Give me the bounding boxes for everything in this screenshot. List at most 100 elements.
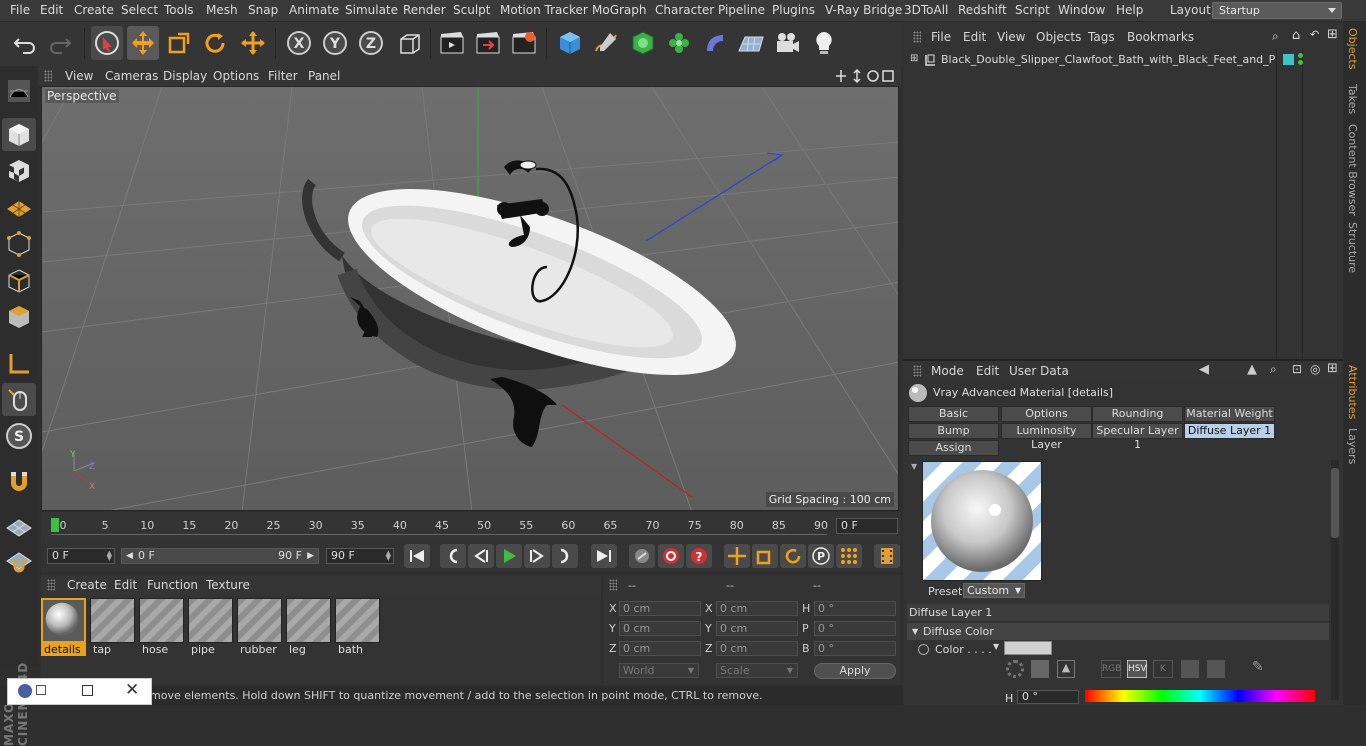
object-menu-file[interactable]: File bbox=[931, 30, 951, 44]
tab-bump[interactable]: Bump bbox=[908, 423, 999, 439]
menu-mesh[interactable]: Mesh bbox=[206, 3, 238, 17]
eyedropper-icon[interactable]: ✎ bbox=[1252, 659, 1264, 675]
kelvin-mode-button[interactable]: K bbox=[1153, 660, 1173, 678]
viewport-menu-cameras[interactable]: Cameras bbox=[105, 69, 158, 83]
menu-select[interactable]: Select bbox=[121, 3, 158, 17]
material-menu-edit[interactable]: Edit bbox=[114, 578, 137, 592]
key-scale-button[interactable] bbox=[752, 544, 778, 568]
polygons-mode-button[interactable] bbox=[2, 300, 36, 333]
color-swatch[interactable] bbox=[1004, 641, 1052, 655]
world-dropdown[interactable]: World ▼ bbox=[619, 663, 699, 678]
solo-button[interactable]: S bbox=[2, 419, 36, 452]
current-frame-field[interactable]: 0 F bbox=[836, 518, 898, 534]
goto-start-button[interactable] bbox=[404, 544, 430, 568]
menu-sculpt[interactable]: Sculpt bbox=[453, 3, 490, 17]
live-selection-button[interactable] bbox=[91, 26, 123, 60]
up-arrow-icon[interactable]: ▲ bbox=[1247, 362, 1257, 377]
tab-assign[interactable]: Assign bbox=[908, 440, 999, 456]
sidetab-takes[interactable]: Takes bbox=[1346, 84, 1359, 114]
playhead-marker[interactable] bbox=[51, 518, 59, 532]
preset-dropdown[interactable]: Custom ▼ bbox=[963, 583, 1025, 598]
home-icon[interactable]: ⌂ bbox=[1292, 28, 1300, 43]
viewport-menu-view[interactable]: View bbox=[65, 69, 93, 83]
search-icon[interactable]: ⌕ bbox=[1270, 362, 1277, 377]
rotation-b-field[interactable]: 0 ° bbox=[814, 641, 896, 656]
menu-file[interactable]: File bbox=[10, 3, 30, 17]
color-wheel-icon[interactable] bbox=[1006, 660, 1024, 678]
menu-snap[interactable]: Snap bbox=[248, 3, 278, 17]
position-z-field[interactable]: 0 cm bbox=[619, 641, 701, 656]
hue-slider[interactable] bbox=[1085, 690, 1315, 702]
redo-button[interactable] bbox=[44, 26, 76, 60]
new-window-icon[interactable]: ⊞ bbox=[1327, 361, 1338, 376]
sidetab-content-browser[interactable]: Content Browser bbox=[1346, 124, 1359, 216]
points-mode-button[interactable] bbox=[2, 227, 36, 260]
tab-rounding[interactable]: Rounding bbox=[1092, 406, 1183, 422]
cube-primitive-button[interactable] bbox=[554, 26, 586, 60]
rotate-tool-button[interactable] bbox=[199, 26, 231, 60]
layer-color-swatch[interactable] bbox=[1283, 54, 1294, 65]
rotation-h-field[interactable]: 0 ° bbox=[814, 601, 896, 616]
material-details[interactable]: details bbox=[41, 598, 86, 656]
max-time-field[interactable]: 90 F ▲ ▼ bbox=[326, 548, 394, 564]
back-arrow-icon[interactable]: ◀ bbox=[1199, 362, 1209, 377]
restore-icon[interactable] bbox=[36, 685, 46, 695]
object-menu-tags[interactable]: Tags bbox=[1088, 30, 1115, 44]
camera-button[interactable] bbox=[771, 26, 803, 60]
menu-plugins[interactable]: Plugins bbox=[772, 3, 815, 17]
coordinate-system-button[interactable] bbox=[393, 26, 425, 60]
visibility-render-dot[interactable] bbox=[1298, 60, 1303, 65]
size-y-field[interactable]: 0 cm bbox=[716, 621, 798, 636]
undo-button[interactable] bbox=[9, 26, 41, 60]
menu-help[interactable]: Help bbox=[1116, 3, 1143, 17]
tab-material-weight[interactable]: Material Weight bbox=[1184, 406, 1275, 422]
position-y-field[interactable]: 0 cm bbox=[619, 621, 701, 636]
snap-settings-button[interactable] bbox=[2, 544, 36, 577]
material-hose[interactable]: hose bbox=[139, 598, 184, 656]
rotation-p-field[interactable]: 0 ° bbox=[814, 621, 896, 636]
render-view-button[interactable] bbox=[436, 26, 468, 60]
menu-render[interactable]: Render bbox=[403, 3, 446, 17]
close-icon[interactable]: ✕ bbox=[125, 680, 139, 700]
search-icon[interactable]: ⌕ bbox=[1272, 29, 1279, 44]
min-time-field[interactable]: 0 F ▲ ▼ bbox=[47, 548, 115, 564]
hue-field[interactable]: 0 ° bbox=[1017, 690, 1079, 704]
scale-tool-button[interactable] bbox=[163, 26, 195, 60]
timeline[interactable]: 0 5 10 15 20 25 30 35 40 45 50 55 60 65 70 75 80 85 90 0 F bbox=[41, 512, 901, 540]
material-menu-function[interactable]: Function bbox=[147, 578, 198, 592]
attributes-scrollbar[interactable] bbox=[1331, 460, 1339, 700]
menu-mograph[interactable]: MoGraph bbox=[592, 3, 647, 17]
object-menu-objects[interactable]: Objects bbox=[1036, 30, 1081, 44]
material-preview[interactable] bbox=[922, 461, 1042, 581]
goto-end-button[interactable] bbox=[591, 544, 617, 568]
axis-mode-button[interactable] bbox=[2, 347, 36, 380]
transform-tool-button[interactable] bbox=[237, 26, 269, 60]
play-button[interactable] bbox=[496, 544, 522, 568]
viewport-nav-icons[interactable] bbox=[835, 69, 895, 83]
enable-snapping-button[interactable] bbox=[2, 509, 36, 542]
material-bath[interactable]: bath bbox=[335, 598, 380, 656]
menu-animate[interactable]: Animate bbox=[289, 3, 339, 17]
sidetab-attributes[interactable]: Attributes bbox=[1346, 365, 1359, 419]
viewport-menu-options[interactable]: Options bbox=[213, 69, 259, 83]
camera-label[interactable]: Perspective bbox=[45, 89, 119, 103]
workplane-mode-button[interactable] bbox=[2, 190, 36, 223]
key-pla-button[interactable] bbox=[836, 544, 862, 568]
sidetab-objects[interactable]: Objects bbox=[1346, 28, 1359, 70]
menu-create[interactable]: Create bbox=[74, 3, 114, 17]
attr-menu-user-data[interactable]: User Data bbox=[1009, 364, 1069, 378]
material-rubber[interactable]: rubber bbox=[237, 598, 282, 656]
image-picker-icon[interactable]: ▲ bbox=[1057, 660, 1075, 678]
menu-motion-tracker[interactable]: Motion Tracker bbox=[500, 3, 588, 17]
expand-icon[interactable]: ⊞ bbox=[910, 53, 918, 64]
move-tool-button[interactable] bbox=[127, 26, 159, 60]
position-x-field[interactable]: 0 cm bbox=[619, 601, 701, 616]
menu-vray-bridge[interactable]: V-Ray Bridge bbox=[825, 3, 902, 17]
menu-window[interactable]: Window bbox=[1058, 3, 1105, 17]
sidetab-structure[interactable]: Structure bbox=[1346, 222, 1359, 273]
collapse-arrow-icon[interactable]: ▼ bbox=[911, 462, 917, 471]
menu-redshift[interactable]: Redshift bbox=[958, 3, 1007, 17]
keyframe-selection-button[interactable]: ? bbox=[686, 544, 712, 568]
object-menu-view[interactable]: View bbox=[997, 30, 1025, 44]
size-x-field[interactable]: 0 cm bbox=[716, 601, 798, 616]
